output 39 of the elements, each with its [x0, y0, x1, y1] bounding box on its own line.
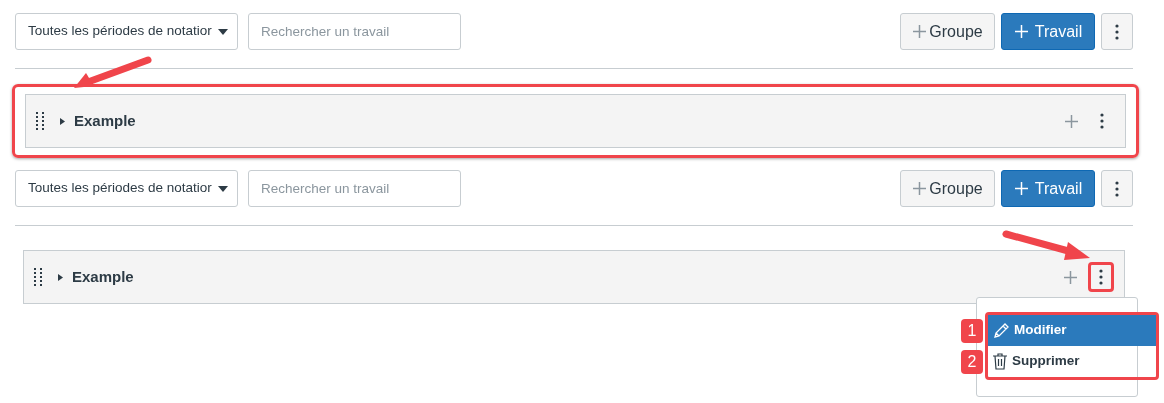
- plus-icon: [1013, 24, 1029, 39]
- plus-icon: [912, 181, 928, 196]
- plus-icon: [1063, 269, 1078, 285]
- group-title: Example: [72, 266, 134, 287]
- more-button[interactable]: [1101, 170, 1133, 207]
- step-number: 2: [961, 350, 983, 374]
- add-assignment-button[interactable]: Travail: [1001, 13, 1095, 50]
- menu-item[interactable]: Modifier: [988, 315, 1156, 346]
- search-field[interactable]: Rechercher un travail: [248, 170, 461, 207]
- more-icon: [1099, 269, 1103, 285]
- menu-item[interactable]: Supprimer: [988, 346, 1156, 377]
- drag-handle-icon: [34, 268, 43, 286]
- drag-handle-icon: [36, 112, 45, 130]
- add-group-button[interactable]: Groupe: [900, 13, 995, 50]
- expand-toggle[interactable]: [59, 117, 66, 125]
- more-icon: [1100, 113, 1104, 129]
- add-group-button[interactable]: Groupe: [900, 170, 995, 207]
- group-title: Example: [74, 110, 136, 131]
- more-icon: [1115, 23, 1119, 40]
- plus-icon: [1064, 113, 1079, 129]
- period-dropdown[interactable]: Toutes les périodes de notatior: [15, 170, 238, 207]
- more-button[interactable]: [1101, 13, 1133, 50]
- add-assignment-button[interactable]: [1064, 113, 1079, 129]
- caret-icon: [57, 273, 64, 281]
- caret-icon: [217, 28, 228, 35]
- expand-toggle[interactable]: [57, 273, 64, 281]
- period-dropdown[interactable]: Toutes les périodes de notatior: [15, 13, 238, 50]
- add-assignment-button[interactable]: Travail: [1001, 170, 1095, 207]
- add-assignment-button[interactable]: [1063, 269, 1078, 285]
- caret-icon: [59, 117, 66, 125]
- plus-icon: [1013, 181, 1029, 196]
- search-field[interactable]: Rechercher un travail: [248, 13, 461, 50]
- plus-icon: [912, 24, 928, 39]
- more-icon: [1115, 180, 1119, 197]
- trash-icon: [992, 353, 1008, 370]
- caret-icon: [217, 185, 228, 192]
- pencil-icon: [992, 322, 1010, 339]
- more-button[interactable]: [1088, 262, 1114, 292]
- step-number: 1: [961, 319, 983, 343]
